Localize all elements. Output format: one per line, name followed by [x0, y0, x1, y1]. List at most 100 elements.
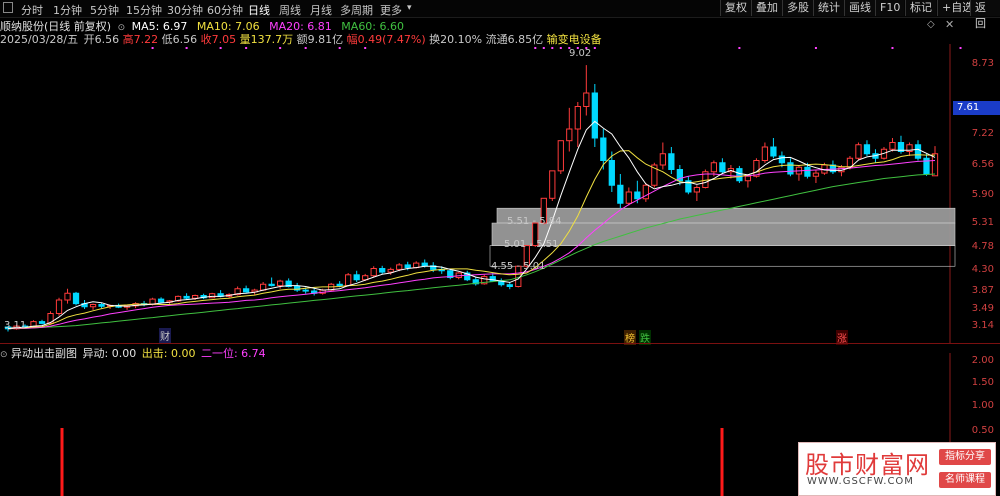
candle-body — [336, 283, 343, 287]
signal-bar — [60, 428, 64, 496]
gap-label-3: 4.55 - 5.01 — [491, 261, 546, 272]
candle-body — [889, 142, 896, 150]
candle-body — [787, 162, 794, 175]
candle-body — [566, 128, 573, 142]
candle-body — [812, 172, 820, 177]
candle-body — [557, 140, 564, 172]
indicator-share-badge: 指标分享 — [939, 449, 991, 465]
back-button[interactable]: 返回 — [970, 0, 1000, 30]
period-tab-1min[interactable]: 1分钟 — [53, 2, 82, 18]
candle-body — [64, 292, 71, 301]
price-chart[interactable] — [0, 44, 1000, 344]
close-panel-icon[interactable]: ✕ — [945, 18, 954, 31]
axis-tick: 6.56 — [971, 159, 994, 170]
signal-dot — [559, 47, 562, 49]
mark-button[interactable]: 标记 — [905, 0, 936, 16]
period-tab-more[interactable]: 更多 — [380, 2, 402, 18]
candle-body — [387, 268, 394, 273]
candle-body — [370, 268, 377, 277]
period-tab-60min[interactable]: 60分钟 — [207, 2, 243, 18]
candle-body — [404, 264, 411, 269]
multi-stock-button[interactable]: 多股 — [782, 0, 813, 16]
period-tab-daily[interactable]: 日线 — [248, 2, 270, 18]
course-badge: 名师课程 — [939, 472, 991, 488]
signal-dot — [534, 47, 537, 49]
axis-tick: 4.78 — [971, 241, 994, 252]
signal-dot — [551, 47, 554, 49]
draw-line-button[interactable]: 画线 — [844, 0, 875, 16]
axis-tick: 3.14 — [971, 320, 994, 331]
period-tab-multi[interactable]: 多周期 — [340, 2, 373, 18]
axis-tick: 4.30 — [971, 264, 994, 275]
candle-body — [55, 299, 63, 314]
signal-dot — [219, 47, 222, 49]
signal-dot — [245, 47, 248, 49]
axis-tick: 7.22 — [971, 128, 994, 139]
settings-diamond-icon[interactable]: ◇ — [927, 19, 935, 30]
candle-body — [914, 144, 922, 159]
candle-body — [72, 292, 80, 305]
candle-body — [591, 92, 598, 139]
signal-dot — [891, 47, 894, 49]
candle-body — [268, 283, 275, 287]
marker-finance[interactable]: 财 — [159, 328, 171, 343]
candle-body — [396, 264, 403, 270]
candle-body — [753, 160, 760, 177]
axis-tick: 3.87 — [971, 285, 994, 296]
candle-body — [736, 168, 743, 182]
candle-body — [761, 146, 769, 161]
candle-body — [625, 191, 632, 204]
signal-dot — [338, 47, 341, 49]
gap-label-1: 5.51 - 5.84 — [507, 216, 562, 227]
candle-body — [617, 184, 624, 204]
gap-zone — [496, 207, 956, 224]
axis-tick: 5.90 — [971, 189, 994, 200]
candle-body — [659, 153, 666, 166]
signal-dot — [185, 47, 188, 49]
candle-body — [778, 155, 786, 164]
signal-dot — [151, 47, 154, 49]
more-chevron-icon[interactable]: ▾ — [407, 3, 412, 13]
candle-body — [98, 304, 105, 307]
signal-bar — [720, 428, 724, 496]
collapse-icon[interactable] — [3, 2, 13, 13]
candle-body — [302, 289, 309, 292]
candle-body — [600, 137, 607, 161]
candle-body — [634, 191, 641, 200]
period-tab-monthly[interactable]: 月线 — [310, 2, 332, 18]
ma-info-line: 顺纳股份(日线 前复权) ⊙ MA5: 6.97 MA10: 7.06 MA20… — [0, 18, 404, 33]
candle-body — [506, 284, 513, 287]
watermark-logo: 股市财富网 WWW.GSCFW.COM 指标分享 名师课程 — [798, 442, 996, 496]
signal-bars — [60, 428, 724, 496]
axis-tick: 8.73 — [971, 58, 994, 69]
candle-body — [668, 153, 675, 170]
low-annotation: 3.11 — [4, 320, 27, 331]
candle-body — [345, 274, 352, 287]
candle-body — [770, 146, 777, 157]
top-toolbar: 分时 1分钟 5分钟 15分钟 30分钟 60分钟 日线 周线 月线 多周期 更… — [0, 0, 1000, 30]
period-tab-15min[interactable]: 15分钟 — [126, 2, 162, 18]
candle-body — [242, 288, 250, 293]
candle-body — [710, 162, 718, 173]
candle-body — [38, 321, 46, 324]
period-tab-fenshi[interactable]: 分时 — [21, 2, 43, 18]
candle-body — [863, 144, 871, 155]
signal-dot — [364, 47, 367, 49]
overlay-button[interactable]: 叠加 — [751, 0, 782, 16]
period-tab-5min[interactable]: 5分钟 — [90, 2, 119, 18]
period-tab-30min[interactable]: 30分钟 — [167, 2, 203, 18]
current-price-tag: 7.61 — [953, 101, 1000, 115]
candle-body — [208, 293, 216, 299]
stats-button[interactable]: 统计 — [813, 0, 844, 16]
candle-body — [583, 92, 590, 107]
candle-body — [855, 144, 862, 159]
candle-body — [719, 162, 726, 173]
adjust-button[interactable]: 复权 — [720, 0, 751, 16]
period-tab-weekly[interactable]: 周线 — [279, 2, 301, 18]
pane-divider — [0, 343, 1000, 344]
signal-dot — [959, 47, 962, 49]
f10-button[interactable]: F10 — [875, 0, 905, 16]
peak-annotation: 9.02 — [569, 48, 592, 59]
candle-body — [277, 280, 284, 287]
candle-body — [608, 160, 615, 186]
